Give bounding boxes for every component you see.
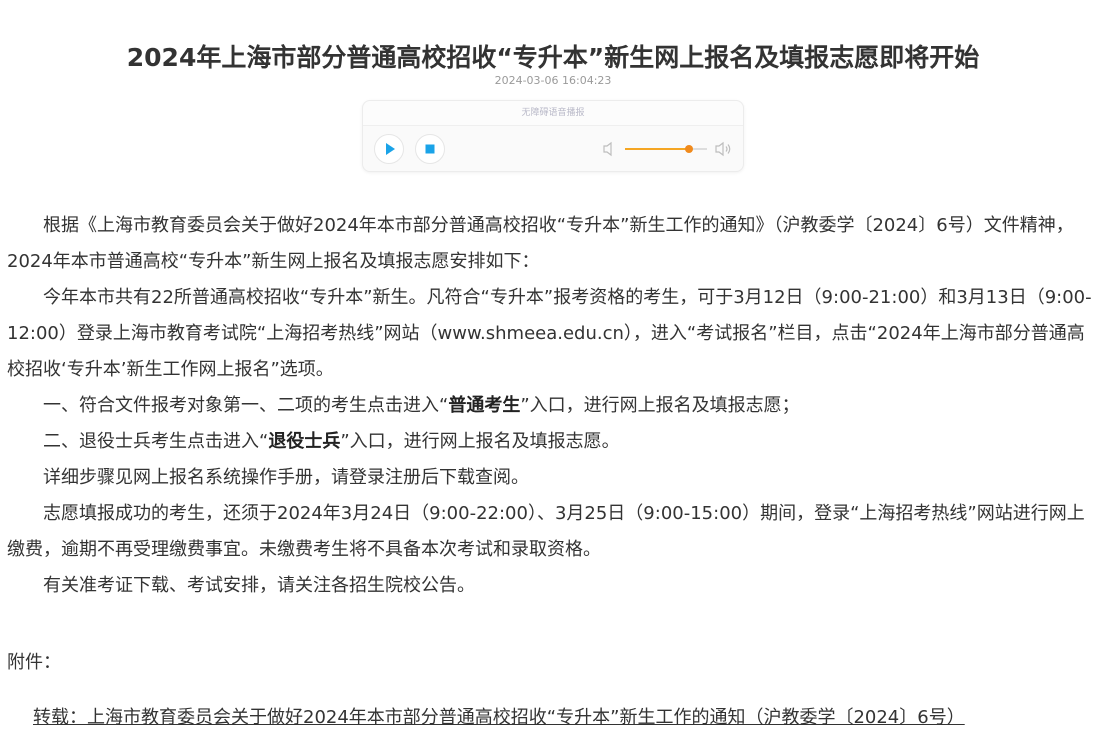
paragraph: 根据《上海市教育委员会关于做好2024年本市部分普通高校招收“专升本”新生工作的… xyxy=(7,215,1074,272)
paragraph: 一、符合文件报考对象第一、二项的考生点击进入“普通考生”入口，进行网上报名及填报… xyxy=(7,388,1097,424)
article-body: 根据《上海市教育委员会关于做好2024年本市部分普通高校招收“专升本”新生工作的… xyxy=(7,208,1097,604)
audio-player: 无障碍语音播报 xyxy=(362,100,744,172)
paragraph: 二、退役士兵考生点击进入“退役士兵”入口，进行网上报名及填报志愿。 xyxy=(7,424,1097,460)
volume-high-icon[interactable] xyxy=(715,140,733,158)
paragraph: 详细步骤见网上报名系统操作手册，请登录注册后下载查阅。 xyxy=(43,467,529,488)
paragraph-text: 二、退役士兵考生点击进入“ xyxy=(43,431,269,452)
paragraph: 有关准考证下载、考试安排，请关注各招生院校公告。 xyxy=(43,575,475,596)
paragraph-text: ”入口，进行网上报名及填报志愿； xyxy=(520,395,800,416)
player-header: 无障碍语音播报 xyxy=(363,101,743,126)
attachments-label: 附件： xyxy=(7,652,61,673)
bold-entry-name: 普通考生 xyxy=(448,395,521,416)
stop-button[interactable] xyxy=(415,134,445,164)
volume-low-icon[interactable] xyxy=(603,141,617,157)
bold-entry-name: 退役士兵 xyxy=(268,431,341,452)
article-title: 2024年上海市部分普通高校招收“专升本”新生网上报名及填报志愿即将开始 xyxy=(126,43,980,72)
paragraph: 志愿填报成功的考生，还须于2024年3月24日（9:00-22:00）、3月25… xyxy=(7,503,1085,560)
paragraph-text: 一、符合文件报考对象第一、二项的考生点击进入“ xyxy=(43,395,449,416)
publish-date: 2024-03-06 16:04:23 xyxy=(494,74,612,87)
stop-icon xyxy=(425,144,435,154)
attachment-link[interactable]: 转载：上海市教育委员会关于做好2024年本市部分普通高校招收“专升本”新生工作的… xyxy=(33,703,965,733)
volume-slider[interactable] xyxy=(625,145,707,153)
paragraph: 今年本市共有22所普通高校招收“专升本”新生。凡符合“专升本”报考资格的考生，可… xyxy=(7,287,1092,380)
play-icon xyxy=(386,143,395,155)
paragraph-text: ”入口，进行网上报名及填报志愿。 xyxy=(340,431,620,452)
volume-slider-fill xyxy=(625,148,689,150)
volume-slider-handle[interactable] xyxy=(684,145,693,153)
play-button[interactable] xyxy=(374,134,404,164)
